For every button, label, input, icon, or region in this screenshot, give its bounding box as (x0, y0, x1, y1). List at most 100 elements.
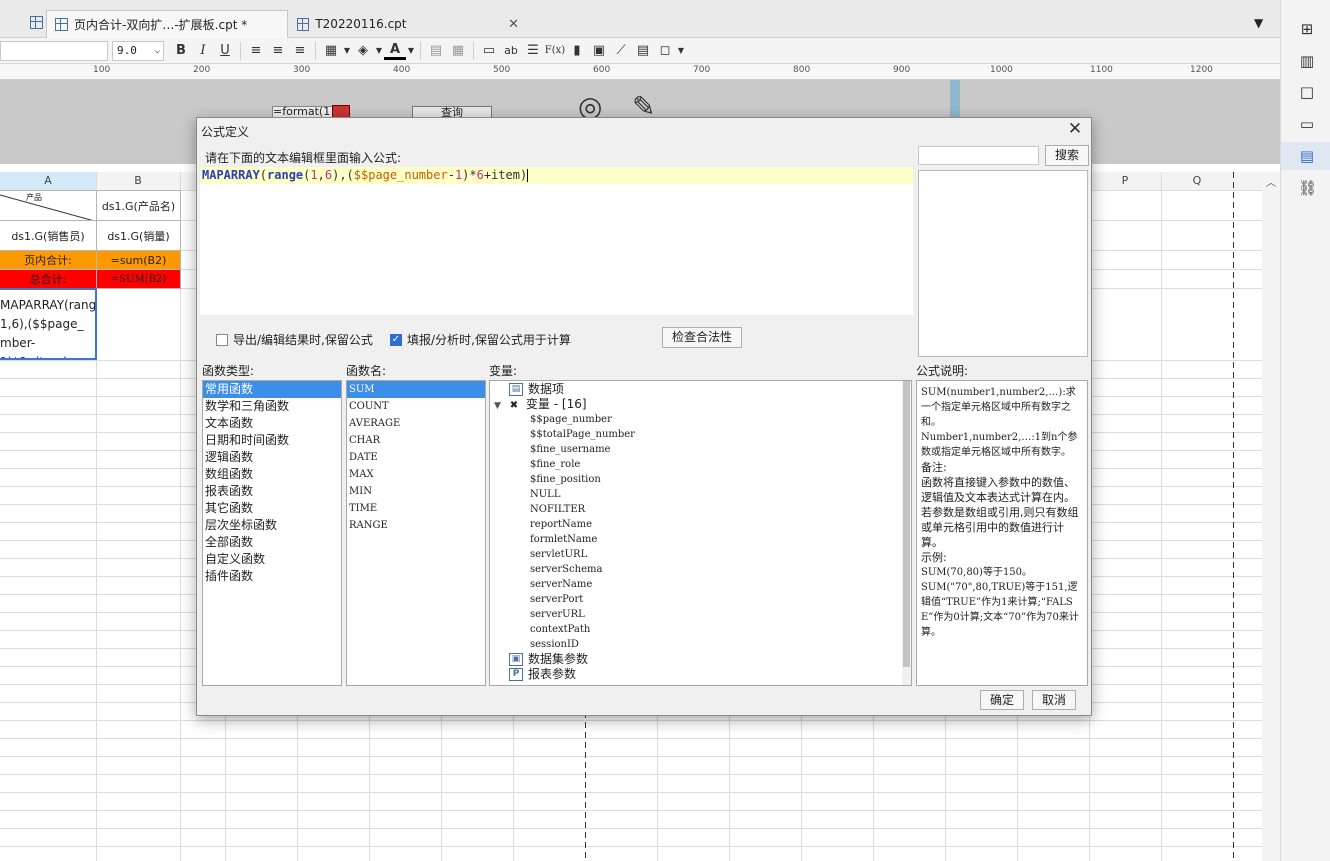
chevron-down-icon[interactable]: ▼ (374, 41, 384, 61)
function-name-list[interactable]: SUM COUNT AVERAGE CHAR DATE MAX MIN TIME… (346, 380, 486, 686)
column-header-q[interactable]: Q (1161, 172, 1233, 190)
layout-icon[interactable]: ⊞ (1298, 20, 1316, 38)
tree-leaf[interactable]: $fine_username (490, 442, 911, 457)
column-header-p[interactable]: P (1089, 172, 1161, 190)
tree-leaf[interactable]: serverSchema (490, 562, 911, 577)
list-item[interactable]: 插件函数 (203, 568, 341, 585)
tree-leaf[interactable]: contextPath (490, 622, 911, 637)
tree-leaf[interactable]: reportName (490, 517, 911, 532)
tree-leaf[interactable]: formletName (490, 532, 911, 547)
merge-cells-icon[interactable]: ▤ (425, 41, 447, 61)
font-size-select[interactable]: 9.0 ⌵ (112, 40, 164, 61)
chevron-down-icon[interactable]: ▼ (406, 41, 416, 61)
list-item[interactable]: COUNT (347, 398, 485, 415)
border-icon[interactable]: ▦ (320, 41, 342, 61)
list-item[interactable]: 报表函数 (203, 483, 341, 500)
insert-field-icon[interactable]: ▭ (478, 41, 500, 61)
variable-tree[interactable]: ▤ 数据项 ▼ ✖ 变量 - [16] $$page_number $$totalPa… (489, 380, 912, 686)
tree-leaf[interactable]: $$page_number (490, 412, 911, 427)
fill-color-icon[interactable]: ◈ (352, 41, 374, 61)
list-item[interactable]: TIME (347, 500, 485, 517)
list-item[interactable]: 文本函数 (203, 415, 341, 432)
cell-a1-diagonal[interactable]: 产品 (0, 190, 97, 221)
format-painter-icon[interactable]: ▼ (1254, 16, 1263, 30)
tree-leaf[interactable]: serverURL (490, 607, 911, 622)
paragraph-icon[interactable]: ☰ (522, 41, 544, 61)
grid-view-icon[interactable] (30, 16, 43, 29)
font-color-icon[interactable]: A (384, 42, 406, 60)
tree-leaf[interactable]: sessionID (490, 637, 911, 652)
list-item[interactable]: 全部函数 (203, 534, 341, 551)
list-item[interactable]: SUM (347, 381, 485, 398)
cell-a5-selected[interactable]: MAPARRAY(rang 1,6),($$page_ mber-1)*6+it… (0, 288, 97, 360)
check-validity-button[interactable]: 检查合法性 (662, 327, 742, 348)
tab-current-template[interactable]: 页内合计-双向扩…-扩展板.cpt * (46, 10, 288, 38)
list-item[interactable]: RANGE (347, 517, 485, 534)
checkmark-icon[interactable]: ✓ (390, 333, 402, 346)
formula-editor[interactable]: MAPARRAY(range(1,6),($$page_number-1)*6+… (200, 167, 913, 315)
keep-formula-export-option[interactable]: 导出/编辑结果时,保留公式 (216, 331, 373, 348)
column-header-a[interactable]: A (0, 172, 96, 190)
tree-node-report-params[interactable]: P 报表参数 (490, 667, 911, 682)
cell-b2[interactable]: ds1.G(销量) (96, 220, 181, 251)
cell-b3[interactable]: =sum(B2) (96, 250, 181, 270)
tree-node-variables[interactable]: ▼ ✖ 变量 - [16] (490, 397, 911, 412)
cell-attribute-icon[interactable]: ▥ (1298, 52, 1316, 70)
bold-button[interactable]: B (170, 41, 192, 61)
tree-leaf[interactable]: NULL (490, 487, 911, 502)
tree-leaf[interactable]: serverName (490, 577, 911, 592)
tree-node-data-item[interactable]: ▤ 数据项 (490, 382, 911, 397)
list-item[interactable]: DATE (347, 449, 485, 466)
close-icon[interactable]: ✕ (1065, 119, 1085, 139)
column-header-b[interactable]: B (96, 172, 180, 190)
search-button[interactable]: 搜索 (1045, 145, 1089, 166)
list-item[interactable]: 层次坐标函数 (203, 517, 341, 534)
insert-formula-button[interactable]: F(x) (544, 41, 566, 61)
subreport-icon[interactable]: ▤ (632, 41, 654, 61)
checkbox-unchecked[interactable] (216, 333, 228, 346)
search-results-box[interactable] (918, 170, 1088, 357)
hyperlink-icon[interactable]: ⛓ (1298, 179, 1317, 197)
bar-chart-icon[interactable]: ▮ (566, 41, 588, 61)
split-cells-icon[interactable]: ▦ (447, 41, 469, 61)
cell-a2[interactable]: ds1.G(销售员) (0, 220, 97, 251)
ok-button[interactable]: 确定 (980, 690, 1024, 710)
align-center-icon[interactable]: ≡ (267, 41, 289, 61)
insert-text-button[interactable]: ab (500, 41, 522, 61)
list-item[interactable]: 日期和时间函数 (203, 432, 341, 449)
underline-button[interactable]: U (214, 41, 236, 61)
tree-leaf[interactable]: $fine_position (490, 472, 911, 487)
formula-line[interactable]: MAPARRAY(range(1,6),($$page_number-1)*6+… (200, 167, 913, 184)
cancel-button[interactable]: 取消 (1032, 690, 1076, 710)
align-right-icon[interactable]: ≡ (289, 41, 311, 61)
condition-attribute-icon[interactable]: ▤ (1298, 147, 1316, 165)
widget-icon[interactable]: ▭ (1298, 115, 1316, 133)
chevron-up-icon[interactable]: ︿ (1266, 174, 1276, 189)
list-item[interactable]: 其它函数 (203, 500, 341, 517)
list-item[interactable]: AVERAGE (347, 415, 485, 432)
list-item[interactable]: MIN (347, 483, 485, 500)
list-item[interactable]: 自定义函数 (203, 551, 341, 568)
close-tab-icon[interactable]: ✕ (508, 17, 519, 32)
tree-leaf[interactable]: servletURL (490, 547, 911, 562)
cell-b4[interactable]: =SUM(B2) (96, 269, 181, 289)
tree-node-dataset-params[interactable]: ▣ 数据集参数 (490, 652, 911, 667)
tree-leaf[interactable]: $$totalPage_number (490, 427, 911, 442)
keep-formula-fill-option[interactable]: ✓ 填报/分析时,保留公式用于计算 (390, 331, 571, 348)
chevron-down-icon[interactable]: ▼ (676, 41, 686, 61)
font-family-select[interactable] (0, 40, 108, 61)
scrollbar-thumb[interactable] (903, 381, 910, 667)
vertical-scrollbar[interactable] (902, 381, 911, 685)
cell-b1[interactable]: ds1.G(产品名) (96, 190, 181, 221)
cell-a4[interactable]: 总合计: (0, 269, 97, 289)
tree-leaf[interactable]: $fine_role (490, 457, 911, 472)
list-item[interactable]: CHAR (347, 432, 485, 449)
cell-border-icon[interactable]: ◻ (654, 41, 676, 61)
image-icon[interactable]: ▣ (588, 41, 610, 61)
element-icon[interactable]: □ (1298, 83, 1316, 101)
slash-icon[interactable]: ⟋ (610, 41, 632, 61)
list-item[interactable]: MAX (347, 466, 485, 483)
list-item[interactable]: 逻辑函数 (203, 449, 341, 466)
search-input[interactable] (918, 146, 1039, 165)
cell-a3[interactable]: 页内合计: (0, 250, 97, 270)
